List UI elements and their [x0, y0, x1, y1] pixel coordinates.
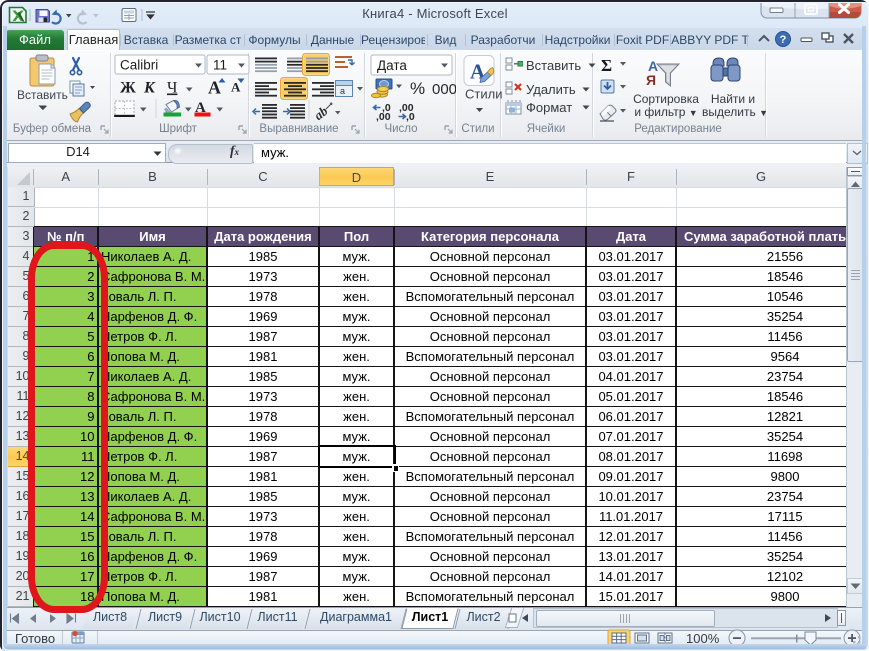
svg-text:Я: Я [646, 72, 656, 88]
svg-text:Σ: Σ [601, 56, 612, 75]
